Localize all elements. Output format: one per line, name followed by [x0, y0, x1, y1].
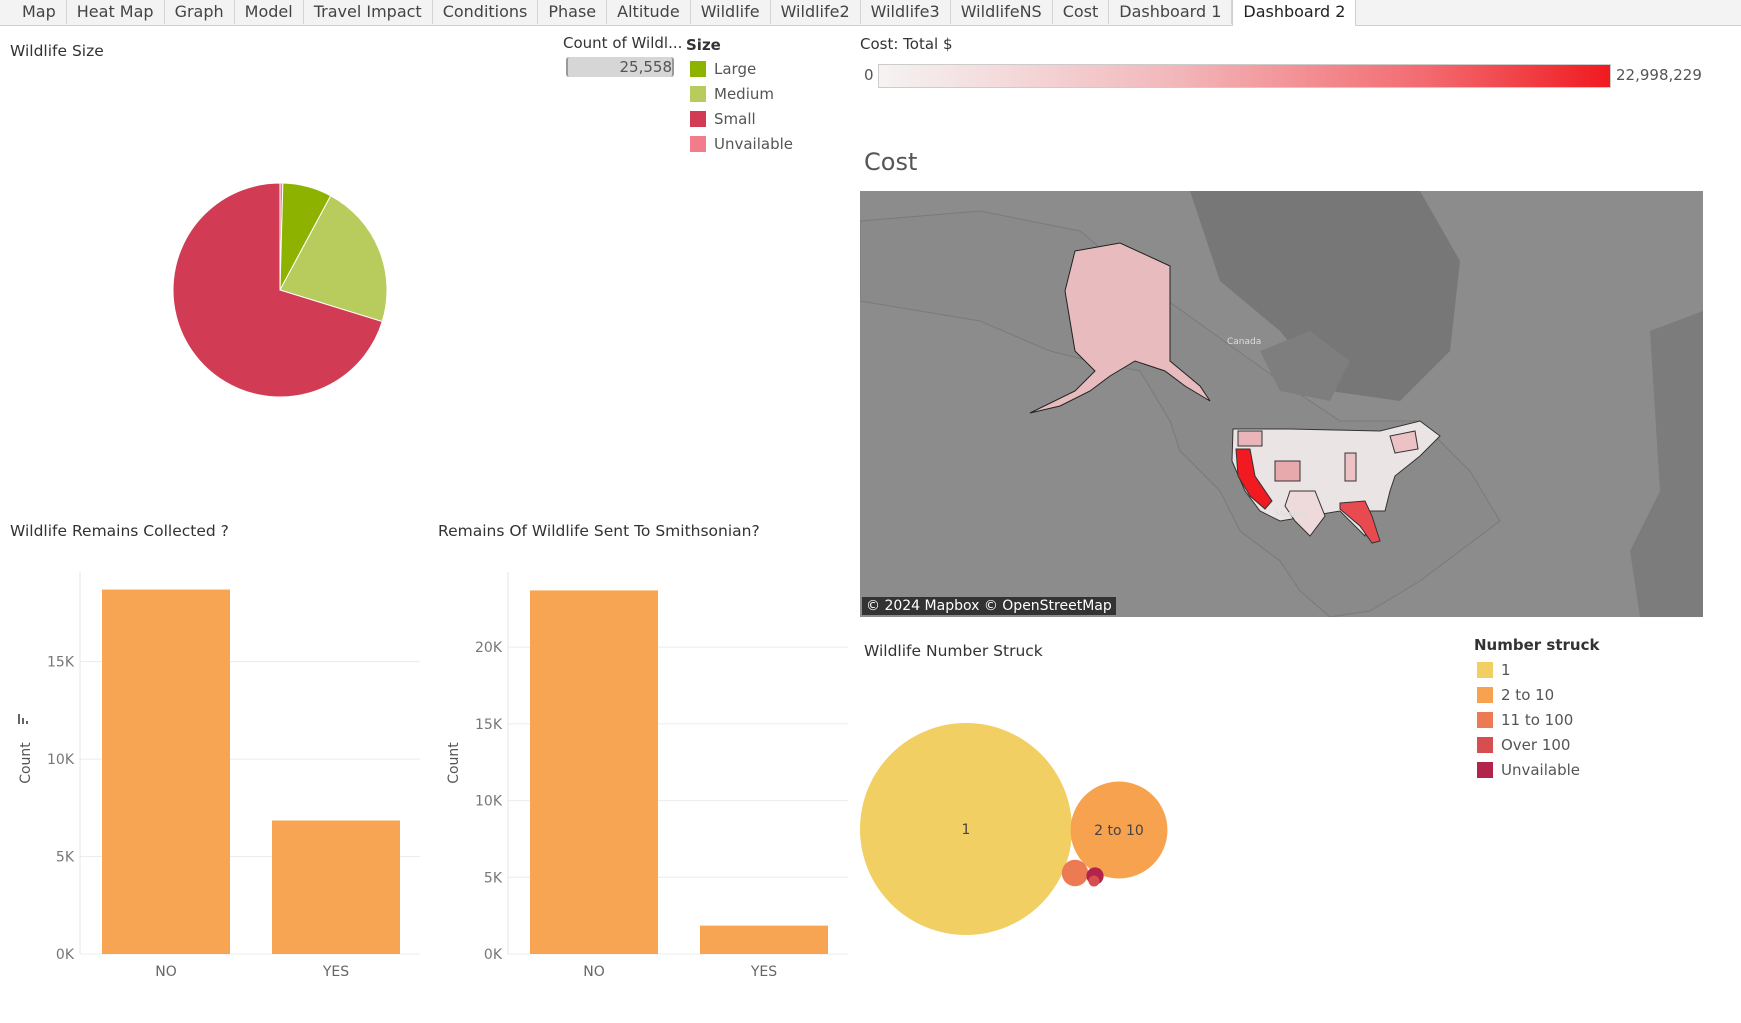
size-legend-title: Size [686, 36, 721, 54]
remains-collected-bar-chart: 0K 5K 10K 15K NO YES Count [18, 572, 420, 980]
number-struck-legend-label: 2 to 10 [1501, 686, 1555, 704]
cost-title: Cost [864, 148, 918, 176]
number-struck-legend-swatch [1477, 762, 1493, 778]
map-canvas: Canada Mexico [860, 191, 1703, 617]
number-struck-legend-item-1[interactable]: 1 [1477, 661, 1511, 679]
y-tick-label: 10K [475, 794, 503, 810]
size-legend-label: Small [714, 110, 756, 128]
wildlife-size-title: Wildlife Size [10, 42, 104, 60]
cost-legend-min: 0 [864, 66, 874, 84]
europe-land [1630, 311, 1703, 617]
cost-legend-title: Cost: Total $ [860, 35, 953, 53]
number-struck-legend-label: Over 100 [1501, 736, 1571, 754]
tab-conditions[interactable]: Conditions [433, 0, 539, 24]
y-tick-label: 5K [56, 850, 75, 866]
size-legend-item-small[interactable]: Small [690, 110, 756, 128]
tab-wildlife3[interactable]: Wildlife3 [861, 0, 951, 24]
bubble-over-100[interactable] [1088, 875, 1100, 887]
bar-yes[interactable] [272, 820, 400, 954]
size-legend-label: Large [714, 60, 757, 78]
count-filter-slider[interactable]: 25,558 [566, 57, 674, 77]
number-struck-legend-title: Number struck [1474, 636, 1600, 654]
size-legend-label: Unvailable [714, 135, 793, 153]
tab-altitude[interactable]: Altitude [607, 0, 691, 24]
size-legend-item-medium[interactable]: Medium [690, 85, 774, 103]
sheet-tab-bar: Map Heat Map Graph Model Travel Impact Condit… [0, 0, 1741, 26]
x-tick-label: NO [155, 964, 177, 980]
bar-no[interactable] [530, 590, 658, 954]
tab-wildlife2[interactable]: Wildlife2 [771, 0, 861, 24]
number-struck-legend-swatch [1477, 712, 1493, 728]
tab-dashboard-2[interactable]: Dashboard 2 [1232, 0, 1357, 26]
tab-cost[interactable]: Cost [1053, 0, 1110, 24]
number-struck-legend-label: Unvailable [1501, 761, 1580, 779]
number-struck-bubble-chart: 1 2 to 10 [860, 723, 1168, 935]
number-struck-legend-swatch [1477, 737, 1493, 753]
count-filter-value: 25,558 [619, 58, 673, 76]
mexico-label: Mexico [1275, 510, 1307, 520]
count-filter-label: Count of Wildl... [563, 34, 683, 52]
smithsonian-bar-chart: 0K 5K 10K 15K 20K NO YES Count [446, 572, 848, 980]
size-legend-item-large[interactable]: Large [690, 60, 756, 78]
canada-label: Canada [1227, 337, 1261, 347]
number-struck-legend-swatch [1477, 662, 1493, 678]
y-tick-label: 15K [47, 655, 75, 671]
map-credit: © 2024 Mapbox © OpenStreetMap [862, 597, 1116, 615]
tab-map[interactable]: Map [0, 0, 67, 24]
y-tick-label: 10K [47, 752, 75, 768]
bar-no[interactable] [102, 589, 230, 954]
tab-graph[interactable]: Graph [165, 0, 235, 24]
size-legend-swatch [690, 61, 706, 77]
illinois-state [1344, 452, 1357, 482]
remains-collected-title: Wildlife Remains Collected ? [10, 522, 229, 540]
number-struck-legend-item-unvailable[interactable]: Unvailable [1477, 761, 1580, 779]
bar-yes[interactable] [700, 925, 828, 954]
colorado-state [1274, 460, 1301, 482]
cost-color-ramp [878, 64, 1611, 88]
y-tick-label: 5K [484, 870, 503, 886]
tab-phase[interactable]: Phase [538, 0, 608, 24]
number-struck-legend-swatch [1477, 687, 1493, 703]
number-struck-legend-label: 1 [1501, 661, 1511, 679]
bubble-label-1: 1 [962, 822, 971, 838]
y-tick-label: 0K [56, 947, 75, 963]
y-tick-label: 20K [475, 640, 503, 656]
tab-wildlife[interactable]: Wildlife [691, 0, 771, 24]
tab-travel-impact[interactable]: Travel Impact [304, 0, 433, 24]
y-axis-label: Count [446, 742, 462, 784]
sort-icon[interactable] [18, 714, 28, 724]
size-legend-label: Medium [714, 85, 774, 103]
bubble-11-to-100[interactable] [1061, 859, 1089, 887]
y-tick-label: 0K [484, 947, 503, 963]
x-tick-label: NO [583, 964, 605, 980]
size-legend-swatch [690, 136, 706, 152]
number-struck-legend-item-11-to-100[interactable]: 11 to 100 [1477, 711, 1573, 729]
cost-legend-max: 22,998,229 [1616, 66, 1702, 84]
tab-model[interactable]: Model [235, 0, 304, 24]
y-axis-label: Count [18, 742, 34, 784]
x-tick-label: YES [322, 964, 349, 980]
tab-dashboard-1[interactable]: Dashboard 1 [1109, 0, 1233, 24]
tab-heat-map[interactable]: Heat Map [67, 0, 165, 24]
tab-wildlifens[interactable]: WildlifeNS [951, 0, 1053, 24]
size-legend-swatch [690, 86, 706, 102]
number-struck-title: Wildlife Number Struck [864, 642, 1043, 660]
wildlife-size-pie-chart [172, 182, 388, 398]
y-tick-label: 15K [475, 717, 503, 733]
number-struck-legend-item-over-100[interactable]: Over 100 [1477, 736, 1570, 754]
bubble-label-2-to-10: 2 to 10 [1094, 823, 1144, 839]
cost-map[interactable]: Canada Mexico © 2024 Mapbox © OpenStreet… [860, 191, 1703, 617]
number-struck-legend-label: 11 to 100 [1501, 711, 1574, 729]
smithsonian-title: Remains Of Wildlife Sent To Smithsonian? [438, 522, 760, 540]
x-tick-label: YES [750, 964, 777, 980]
washington-state [1237, 430, 1263, 447]
number-struck-legend-item-2-to-10[interactable]: 2 to 10 [1477, 686, 1554, 704]
size-legend-swatch [690, 111, 706, 127]
size-legend-item-unvailable[interactable]: Unvailable [690, 135, 793, 153]
